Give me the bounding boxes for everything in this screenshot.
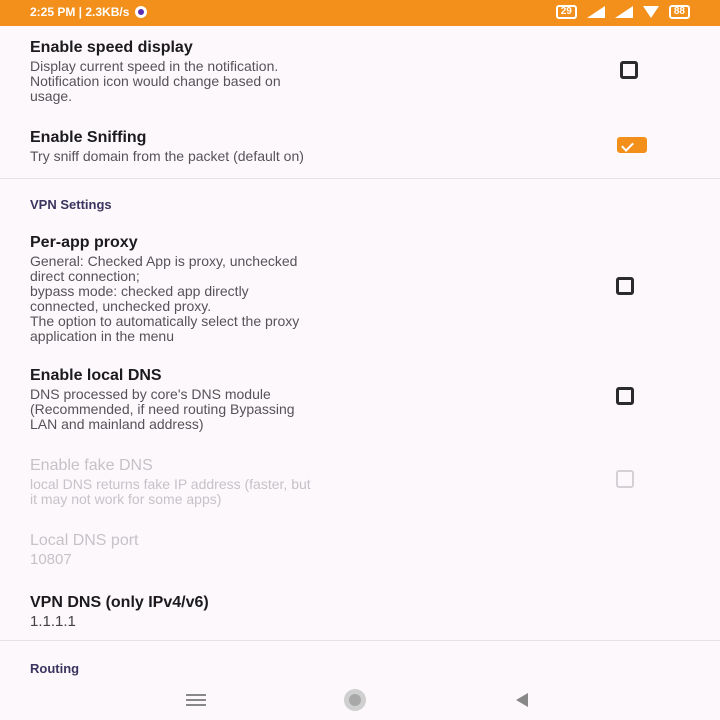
setting-summary: Try sniff domain from the packet (defaul… [30,148,304,164]
section-divider [0,178,720,179]
recents-icon[interactable] [186,694,206,706]
signal-icon-2 [614,6,633,18]
setting-title: VPN DNS (only IPv4/v6) [30,594,209,611]
setting-per-app-proxy[interactable]: Per-app proxy General: Checked App is pr… [30,233,690,344]
back-icon[interactable] [516,693,528,707]
status-time-speed: 2:25 PM | 2.3KB/s [30,5,130,19]
setting-fake-dns: Enable fake DNS local DNS returns fake I… [30,456,690,507]
wifi-icon [642,6,659,18]
status-bar: 2:25 PM | 2.3KB/s 29 88 [0,0,720,26]
vpn-dot-icon [135,6,148,18]
fake-dns-checkbox [616,470,634,488]
signal-icon [586,6,605,18]
setting-title: Enable local DNS [30,367,162,384]
speed-display-checkbox[interactable] [620,61,638,79]
setting-value: 1.1.1.1 [30,613,76,630]
setting-summary: Display current speed in the notificatio… [30,58,281,104]
battery-icon: 88 [668,5,690,19]
setting-sniffing[interactable]: Enable Sniffing Try sniff domain from th… [30,128,690,164]
setting-summary: local DNS returns fake IP address (faste… [30,476,311,507]
indicator-box-icon: 29 [555,5,577,19]
setting-title: Enable Sniffing [30,129,147,146]
status-bar-right: 29 88 [555,5,690,19]
local-dns-checkbox[interactable] [616,387,634,405]
setting-title: Enable fake DNS [30,457,153,474]
setting-title: Enable speed display [30,39,193,56]
setting-value: 10807 [30,551,72,568]
status-bar-left: 2:25 PM | 2.3KB/s [30,5,148,19]
setting-local-dns[interactable]: Enable local DNS DNS processed by core's… [30,366,690,432]
per-app-proxy-checkbox[interactable] [616,277,634,295]
setting-title: Per-app proxy [30,234,138,251]
section-divider [0,640,720,641]
setting-speed-display[interactable]: Enable speed display Display current spe… [30,38,690,104]
setting-title: Local DNS port [30,532,139,549]
setting-vpn-dns[interactable]: VPN DNS (only IPv4/v6) 1.1.1.1 [30,593,690,630]
setting-summary: DNS processed by core's DNS module (Reco… [30,386,295,432]
section-header-vpn: VPN Settings [30,197,112,212]
sniffing-checkbox[interactable] [617,137,647,153]
section-header-routing: Routing [30,661,80,676]
setting-local-dns-port: Local DNS port 10807 [30,531,690,568]
setting-summary: General: Checked App is proxy, unchecked… [30,253,300,344]
home-icon[interactable] [344,689,366,711]
navigation-bar [0,680,720,720]
